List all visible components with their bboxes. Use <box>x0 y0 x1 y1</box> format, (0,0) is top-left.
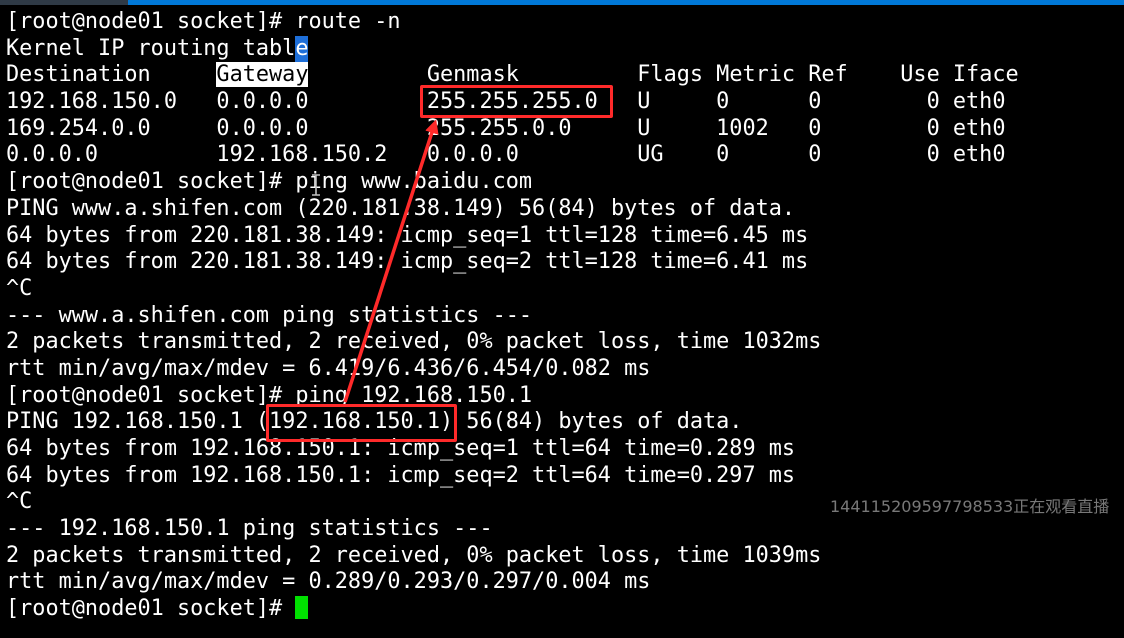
shell-prompt: [root@node01 socket]# <box>6 596 296 622</box>
terminal-line: 64 bytes from 192.168.150.1: icmp_seq=2 … <box>6 463 1019 490</box>
genmask-highlight-box <box>420 85 613 118</box>
terminal-line-text: 169.254.0.0 0.0.0.0 255.255.0.0 U 1002 0… <box>6 115 1006 141</box>
terminal-line: PING www.a.shifen.com (220.181.38.149) 5… <box>6 196 1019 223</box>
terminal-prompt-line[interactable]: [root@node01 socket]# <box>6 596 1019 623</box>
terminal-line: --- 192.168.150.1 ping statistics --- <box>6 516 1019 543</box>
terminal-line-text: rtt min/avg/max/mdev = 0.289/0.293/0.297… <box>6 569 651 595</box>
gateway-highlight: Gateway <box>216 62 309 88</box>
terminal-line-text: PING www.a.shifen.com (220.181.38.149) 5… <box>6 195 796 221</box>
live-viewer-watermark: 144115209597798533正在观看直播 <box>830 497 1110 516</box>
terminal-line-text: ^C <box>6 275 33 301</box>
terminal-line-text: 2 packets transmitted, 2 received, 0% pa… <box>6 329 822 355</box>
terminal-line: 0.0.0.0 192.168.150.2 0.0.0.0 UG 0 0 0 e… <box>6 142 1019 169</box>
terminal-line: [root@node01 socket]# ping www.baidu.com <box>6 169 1019 196</box>
terminal-line-text: 64 bytes from 220.181.38.149: icmp_seq=1… <box>6 222 809 248</box>
terminal-window[interactable]: [root@node01 socket]# route -n Kernel IP … <box>0 0 1124 638</box>
ping-ip-highlight-box <box>266 404 457 442</box>
terminal-line-text: 2 packets transmitted, 2 received, 0% pa… <box>6 542 822 568</box>
terminal-line: 64 bytes from 192.168.150.1: icmp_seq=1 … <box>6 436 1019 463</box>
terminal-line: [root@node01 socket]# ping 192.168.150.1 <box>6 383 1019 410</box>
terminal-line-text: Kernel IP routing tabl <box>6 35 296 61</box>
routing-table-header: Destination <box>6 62 217 88</box>
routing-table-header-rest: Genmask Flags Metric Ref Use Iface <box>308 62 1019 88</box>
text-selection: e <box>295 35 309 63</box>
terminal-line: 2 packets transmitted, 2 received, 0% pa… <box>6 329 1019 356</box>
terminal-line: --- www.a.shifen.com ping statistics --- <box>6 303 1019 330</box>
terminal-line-text: 64 bytes from 220.181.38.149: icmp_seq=2… <box>6 249 809 275</box>
terminal-line-text: 0.0.0.0 192.168.150.2 0.0.0.0 UG 0 0 0 e… <box>6 142 1006 168</box>
terminal-line-text: --- 192.168.150.1 ping statistics --- <box>6 516 493 542</box>
terminal-line: rtt min/avg/max/mdev = 6.419/6.436/6.454… <box>6 356 1019 383</box>
terminal-line: rtt min/avg/max/mdev = 0.289/0.293/0.297… <box>6 569 1019 596</box>
terminal-line: Kernel IP routing table <box>6 35 1019 63</box>
terminal-line-text: rtt min/avg/max/mdev = 6.419/6.436/6.454… <box>6 355 651 381</box>
active-tab-indicator[interactable] <box>0 0 128 5</box>
terminal-line: 2 packets transmitted, 2 received, 0% pa… <box>6 543 1019 570</box>
window-top-bar <box>0 0 1124 5</box>
terminal-line: [root@node01 socket]# route -n <box>6 9 1019 36</box>
terminal-line-text: ^C <box>6 489 33 515</box>
terminal-line-text: [root@node01 socket]# route -n <box>6 9 401 34</box>
terminal-line-text: --- www.a.shifen.com ping statistics --- <box>6 302 533 328</box>
terminal-line: ^C <box>6 276 1019 303</box>
terminal-line: 64 bytes from 220.181.38.149: icmp_seq=2… <box>6 249 1019 276</box>
terminal-line-text: [root@node01 socket]# ping www.baidu.com <box>6 169 533 195</box>
terminal-line: 64 bytes from 220.181.38.149: icmp_seq=1… <box>6 223 1019 250</box>
terminal-line: PING 192.168.150.1 (192.168.150.1) 56(84… <box>6 409 1019 436</box>
terminal-line: 169.254.0.0 0.0.0.0 255.255.0.0 U 1002 0… <box>6 116 1019 143</box>
terminal-line-text: 64 bytes from 192.168.150.1: icmp_seq=2 … <box>6 462 796 488</box>
terminal-cursor <box>295 596 309 620</box>
